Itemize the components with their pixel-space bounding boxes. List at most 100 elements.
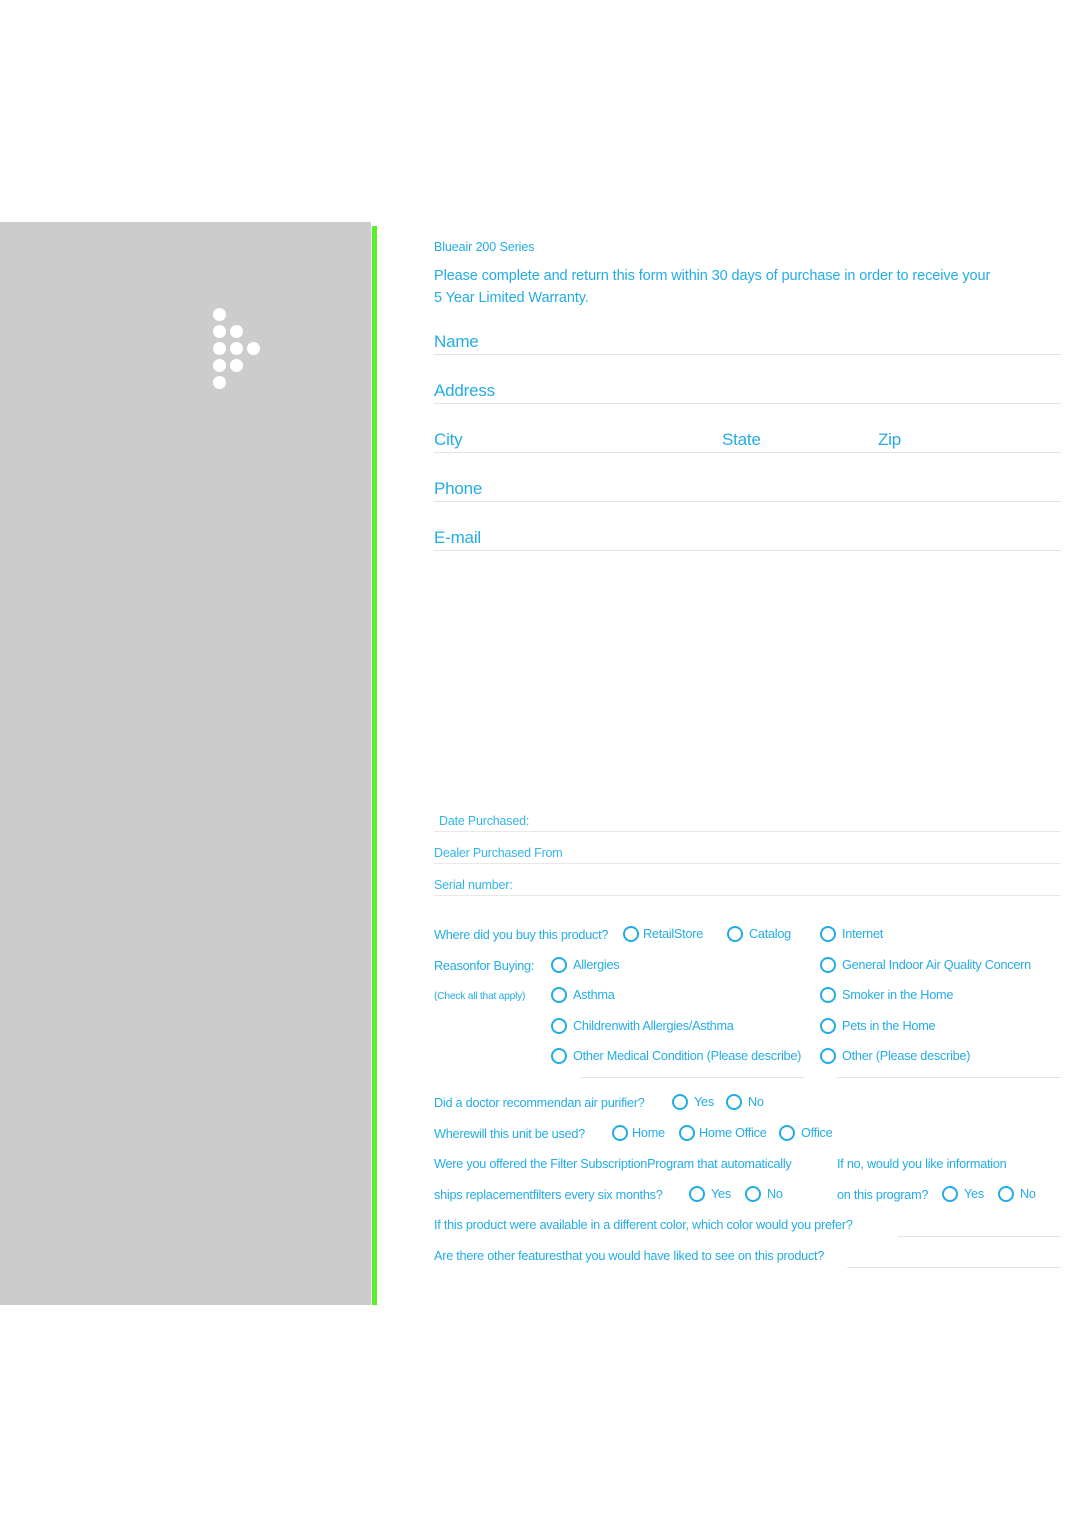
city-state-zip-field[interactable]: City State Zip bbox=[434, 412, 1061, 453]
reason-option-allergies[interactable]: Allergies bbox=[551, 956, 620, 973]
radio-icon[interactable] bbox=[689, 1185, 705, 1202]
email-field[interactable]: E-mail bbox=[434, 510, 1061, 551]
reason-option-label: Smoker in the Home bbox=[842, 988, 954, 1002]
radio-icon[interactable] bbox=[779, 1124, 795, 1141]
reason-option-other[interactable]: Other (Please describe) bbox=[820, 1048, 970, 1064]
subscription-option-yes[interactable]: Yes bbox=[689, 1185, 731, 1202]
subscription-followup-option-no[interactable]: No bbox=[998, 1185, 1036, 1202]
product-title: Blueair 200 Series bbox=[434, 240, 535, 254]
logo-dot bbox=[213, 325, 226, 338]
radio-icon[interactable] bbox=[820, 1048, 836, 1064]
where-buy-option-retail-store[interactable]: RetailStore bbox=[623, 926, 703, 942]
radio-icon[interactable] bbox=[998, 1185, 1014, 1202]
dealer-purchased-from-label: Dealer Purchased From bbox=[434, 846, 563, 860]
reason-option-label: Pets in the Home bbox=[842, 1018, 936, 1033]
radio-icon[interactable] bbox=[551, 956, 567, 973]
radio-icon[interactable] bbox=[820, 987, 836, 1003]
logo-dot bbox=[230, 342, 243, 355]
reason-question: Reasonfor Buying: bbox=[434, 958, 535, 973]
other-describe-line[interactable] bbox=[837, 1077, 1061, 1078]
other-medical-describe-line[interactable] bbox=[581, 1077, 804, 1078]
logo-dot bbox=[230, 359, 243, 372]
reason-option-asthma[interactable]: Asthma bbox=[551, 987, 615, 1003]
reason-option-label: Other Medical Condition (Please describe… bbox=[573, 1049, 802, 1063]
logo-dot bbox=[213, 308, 226, 321]
date-purchased-field[interactable]: Date Purchased: bbox=[434, 805, 1061, 832]
form-spacer bbox=[434, 551, 1061, 800]
other-features-answer-line[interactable] bbox=[847, 1266, 1061, 1268]
subscription-option-no[interactable]: No bbox=[745, 1185, 783, 1202]
radio-icon[interactable] bbox=[551, 1048, 567, 1064]
reason-option-smoker[interactable]: Smoker in the Home bbox=[820, 987, 953, 1003]
doctor-option-label: Yes bbox=[694, 1095, 714, 1109]
radio-icon[interactable] bbox=[726, 1094, 742, 1110]
radio-icon[interactable] bbox=[551, 1017, 567, 1034]
reason-option-label: Childrenwith Allergies/Asthma bbox=[573, 1018, 734, 1033]
logo-dot bbox=[247, 342, 260, 355]
subscription-question-line2: ships replacementfilters every six month… bbox=[434, 1187, 663, 1202]
where-buy-question: Where did you buy this product? bbox=[434, 928, 609, 942]
reason-row-1: Reasonfor Buying: Allergies General Indo… bbox=[434, 955, 1061, 986]
subscription-followup-option-label: No bbox=[1020, 1186, 1036, 1201]
serial-number-label: Serial number: bbox=[434, 878, 513, 892]
usage-option-home-office[interactable]: Home Office bbox=[679, 1124, 767, 1141]
doctor-option-no[interactable]: No bbox=[726, 1094, 764, 1110]
subscription-question-line1: Were you offered the Filter Subscription… bbox=[434, 1157, 792, 1171]
phone-label: Phone bbox=[434, 479, 483, 498]
radio-icon[interactable] bbox=[623, 926, 639, 942]
usage-option-office[interactable]: Office bbox=[779, 1124, 833, 1141]
logo-dot bbox=[213, 342, 226, 355]
doctor-option-label: No bbox=[748, 1095, 764, 1109]
other-features-question: Are there other featuresthat you would h… bbox=[434, 1248, 825, 1263]
reason-option-pets[interactable]: Pets in the Home bbox=[820, 1017, 936, 1034]
radio-icon[interactable] bbox=[672, 1094, 688, 1110]
subscription-followup-option-yes[interactable]: Yes bbox=[942, 1185, 984, 1202]
city-label: City bbox=[434, 430, 463, 449]
radio-icon[interactable] bbox=[820, 1017, 836, 1034]
reason-option-other-medical[interactable]: Other Medical Condition (Please describe… bbox=[551, 1048, 801, 1064]
logo-dot bbox=[213, 376, 226, 389]
reason-option-children-allergies[interactable]: Childrenwith Allergies/Asthma bbox=[551, 1017, 734, 1034]
serial-number-field[interactable]: Serial number: bbox=[434, 869, 1061, 896]
usage-option-home[interactable]: Home bbox=[612, 1124, 665, 1141]
address-label: Address bbox=[434, 381, 495, 400]
doctor-row: Did a doctor recommendan air purifier? Y… bbox=[434, 1092, 1061, 1123]
radio-icon[interactable] bbox=[612, 1124, 628, 1141]
reason-option-air-quality[interactable]: General Indoor Air Quality Concern bbox=[820, 956, 1031, 973]
radio-icon[interactable] bbox=[679, 1124, 695, 1141]
radio-icon[interactable] bbox=[551, 987, 567, 1003]
radio-icon[interactable] bbox=[820, 926, 836, 942]
color-preference-answer-line[interactable] bbox=[898, 1236, 1061, 1237]
usage-option-label: Home bbox=[632, 1125, 665, 1140]
green-accent-stripe bbox=[372, 226, 377, 1305]
intro-line-2: 5 Year Limited Warranty. bbox=[434, 290, 589, 306]
where-buy-option-internet[interactable]: Internet bbox=[820, 926, 883, 942]
blueair-dot-arrow-logo bbox=[213, 308, 279, 389]
intro-line-1: Please complete and return this form wit… bbox=[434, 268, 991, 284]
dealer-purchased-from-field[interactable]: Dealer Purchased From bbox=[434, 837, 1061, 864]
address-field[interactable]: Address bbox=[434, 363, 1061, 404]
logo-dot bbox=[213, 359, 226, 372]
zip-label: Zip bbox=[878, 430, 902, 449]
radio-icon[interactable] bbox=[820, 956, 836, 973]
radio-icon[interactable] bbox=[942, 1185, 958, 1202]
radio-icon[interactable] bbox=[745, 1185, 761, 1202]
phone-field[interactable]: Phone bbox=[434, 461, 1061, 502]
reason-option-label: Asthma bbox=[573, 988, 615, 1002]
color-preference-question: If this product were available in a diff… bbox=[434, 1218, 853, 1232]
doctor-option-yes[interactable]: Yes bbox=[672, 1094, 714, 1110]
subscription-followup-line2: on this program? bbox=[837, 1187, 929, 1202]
usage-row: Wherewill this unit be used? Home Home O… bbox=[434, 1123, 1061, 1154]
survey-section: Where did you buy this product? RetailSt… bbox=[434, 924, 1061, 1275]
subscription-followup-option-label: Yes bbox=[964, 1186, 984, 1201]
reason-note: (Check all that apply) bbox=[434, 991, 526, 1002]
where-buy-option-catalog[interactable]: Catalog bbox=[727, 926, 791, 942]
where-buy-row: Where did you buy this product? RetailSt… bbox=[434, 924, 1061, 955]
reason-row-2: (Check all that apply) Asthma Smoker in … bbox=[434, 985, 1061, 1016]
name-field[interactable]: Name bbox=[434, 314, 1061, 355]
reason-option-label: Allergies bbox=[573, 957, 620, 972]
email-label: E-mail bbox=[434, 528, 481, 547]
subscription-row-2: ships replacementfilters every six month… bbox=[434, 1184, 1061, 1215]
radio-icon[interactable] bbox=[727, 926, 743, 942]
subscription-row-1: Were you offered the Filter Subscription… bbox=[434, 1153, 1061, 1184]
